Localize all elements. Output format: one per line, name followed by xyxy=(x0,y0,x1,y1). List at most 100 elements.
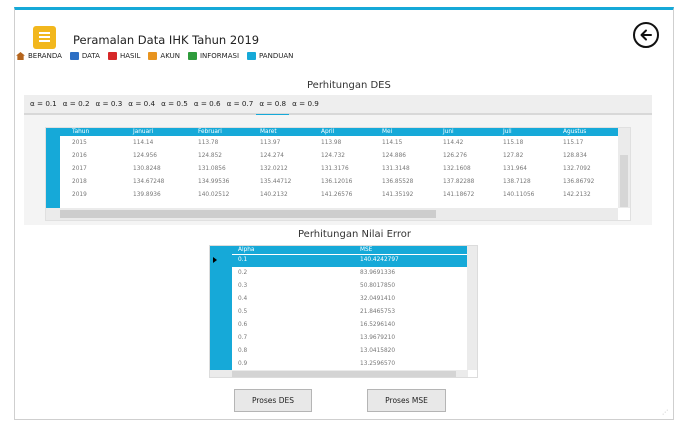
column-header: MSE xyxy=(360,246,373,253)
info-icon xyxy=(187,52,197,60)
table-cell: 124.732 xyxy=(321,153,345,159)
table-cell: 134.99536 xyxy=(198,179,230,185)
column-header: Agustus xyxy=(563,128,587,135)
tab-alpha-0.2[interactable]: α = 0.2 xyxy=(60,94,93,114)
mse-header-row: Alpha MSE xyxy=(232,246,468,254)
mse-vertical-scrollbar[interactable] xyxy=(467,246,477,370)
main-menu: BERANDA DATA HASIL AKUN INFORMASI PANDUA… xyxy=(16,52,293,60)
table-row[interactable]: 0.3 50.8017850 xyxy=(232,281,468,293)
menu-item-informasi[interactable]: INFORMASI xyxy=(187,52,239,60)
account-icon xyxy=(148,52,158,60)
table-cell: 0.7 xyxy=(238,335,248,341)
table-cell: 0.5 xyxy=(238,309,248,315)
mse-horizontal-scrollbar[interactable] xyxy=(210,370,468,377)
table-cell: 135.44712 xyxy=(260,179,292,185)
des-section-title: Perhitungan DES xyxy=(307,80,391,91)
row-header-column xyxy=(210,246,232,370)
table-cell: 0.9 xyxy=(238,361,248,367)
table-cell: 124.852 xyxy=(198,153,222,159)
table-cell: 134.67248 xyxy=(133,179,165,185)
scroll-thumb[interactable] xyxy=(620,155,628,207)
table-cell: 115.18 xyxy=(503,140,524,146)
table-cell: 139.8936 xyxy=(133,192,161,198)
table-row[interactable]: 0.5 21.8465753 xyxy=(232,307,468,319)
table-cell: 114.14 xyxy=(133,140,154,146)
data-icon xyxy=(69,52,79,60)
table-cell: 136.86792 xyxy=(563,179,595,185)
menu-item-label: DATA xyxy=(81,52,100,60)
resize-grip-icon[interactable]: ⋰ xyxy=(662,409,668,416)
tab-alpha-0.6[interactable]: α = 0.6 xyxy=(191,94,224,114)
des-data-grid[interactable]: Tahun Januari Februari Maret April Mei Juni Jul… xyxy=(45,127,631,221)
column-header: Mei xyxy=(382,128,393,135)
table-cell: 113.97 xyxy=(260,140,281,146)
scroll-thumb[interactable] xyxy=(232,371,456,377)
table-cell: 2016 xyxy=(72,153,87,159)
page-title: Peramalan Data IHK Tahun 2019 xyxy=(73,33,260,47)
table-row[interactable]: 0.6 16.5296140 xyxy=(232,320,468,332)
tab-alpha-0.5[interactable]: α = 0.5 xyxy=(158,94,191,114)
column-header: Februari xyxy=(198,128,222,135)
table-cell: 83.9691336 xyxy=(360,270,396,276)
des-vertical-scrollbar[interactable] xyxy=(618,128,630,208)
scroll-thumb[interactable] xyxy=(60,210,436,218)
tab-alpha-0.3[interactable]: α = 0.3 xyxy=(93,94,126,114)
menu-item-label: AKUN xyxy=(160,52,180,60)
des-panel: Tahun Januari Februari Maret April Mei Juni Jul… xyxy=(24,115,652,225)
column-header: Alpha xyxy=(238,246,255,253)
guide-icon xyxy=(247,52,257,60)
arrow-left-icon xyxy=(640,29,652,41)
menu-item-panduan[interactable]: PANDUAN xyxy=(247,52,293,60)
tab-alpha-0.4[interactable]: α = 0.4 xyxy=(125,94,158,114)
table-cell: 50.8017850 xyxy=(360,283,396,289)
proses-des-button[interactable]: Proses DES xyxy=(234,389,312,412)
table-cell: 128.834 xyxy=(563,153,587,159)
menu-item-hasil[interactable]: HASIL xyxy=(107,52,140,60)
document-app-icon xyxy=(33,26,56,49)
table-row[interactable]: 0.4 32.0491410 xyxy=(232,294,468,306)
current-row-indicator-icon xyxy=(213,257,217,263)
table-cell: 2017 xyxy=(72,166,87,172)
table-cell: 140.2132 xyxy=(260,192,288,198)
tab-alpha-0.8[interactable]: α = 0.8 xyxy=(256,94,289,116)
table-cell: 113.78 xyxy=(198,140,219,146)
table-cell: 2019 xyxy=(72,192,87,198)
table-row[interactable]: 0.1 140.4242797 xyxy=(232,255,468,267)
des-horizontal-scrollbar[interactable] xyxy=(46,208,618,220)
table-cell: 0.8 xyxy=(238,348,248,354)
table-row[interactable]: 0.8 13.0415820 xyxy=(232,346,468,358)
alpha-tabs: α = 0.1 α = 0.2 α = 0.3 α = 0.4 α = 0.5 … xyxy=(24,94,652,116)
proses-mse-button[interactable]: Proses MSE xyxy=(367,389,446,412)
table-cell: 132.0212 xyxy=(260,166,288,172)
table-cell: 141.18672 xyxy=(443,192,475,198)
menu-item-data[interactable]: DATA xyxy=(69,52,100,60)
table-cell: 124.274 xyxy=(260,153,284,159)
mse-data-grid[interactable]: Alpha MSE 0.1 140.4242797 0.2 83.9691336 0.3… xyxy=(209,245,478,378)
table-cell: 132.7092 xyxy=(563,166,591,172)
table-cell: 114.15 xyxy=(382,140,403,146)
table-cell: 131.964 xyxy=(503,166,527,172)
menu-item-akun[interactable]: AKUN xyxy=(148,52,180,60)
table-cell: 141.26576 xyxy=(321,192,353,198)
tab-alpha-0.9[interactable]: α = 0.9 xyxy=(289,94,322,114)
table-cell: 113.98 xyxy=(321,140,342,146)
error-section-title: Perhitungan Nilai Error xyxy=(298,229,411,240)
menu-item-label: BERANDA xyxy=(28,52,62,60)
table-cell: 0.4 xyxy=(238,296,248,302)
table-row[interactable]: 0.7 13.9679210 xyxy=(232,333,468,345)
tab-alpha-0.1[interactable]: α = 0.1 xyxy=(27,94,60,114)
table-cell: 142.2132 xyxy=(563,192,591,198)
table-cell: 32.0491410 xyxy=(360,296,396,302)
table-cell: 137.82288 xyxy=(443,179,475,185)
table-cell: 131.3148 xyxy=(382,166,410,172)
menu-item-label: PANDUAN xyxy=(259,52,294,60)
table-cell: 115.17 xyxy=(563,140,584,146)
table-cell: 140.02512 xyxy=(198,192,230,198)
column-header: Juli xyxy=(503,128,512,135)
table-cell: 0.3 xyxy=(238,283,248,289)
menu-item-beranda[interactable]: BERANDA xyxy=(16,52,62,60)
table-row[interactable]: 0.2 83.9691336 xyxy=(232,268,468,280)
back-button[interactable] xyxy=(633,22,659,48)
row-header-column xyxy=(46,128,60,208)
tab-alpha-0.7[interactable]: α = 0.7 xyxy=(224,94,257,114)
